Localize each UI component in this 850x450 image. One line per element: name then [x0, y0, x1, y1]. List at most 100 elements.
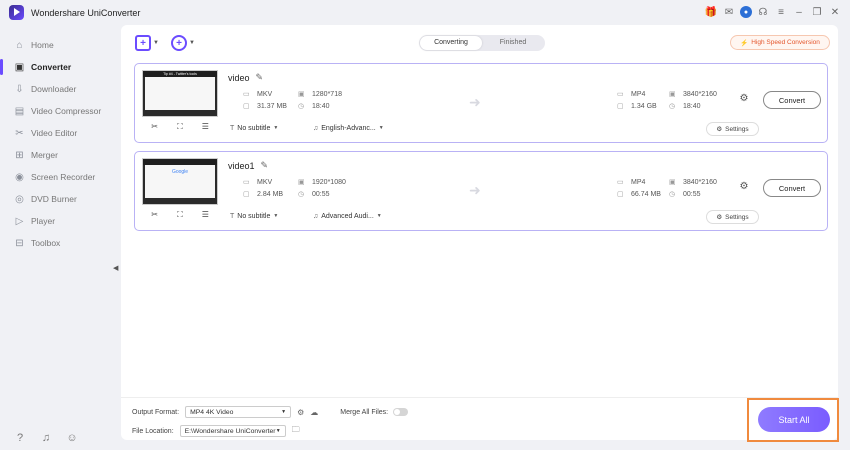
sidebar-item-downloader[interactable]: ⇩ Downloader: [0, 78, 120, 100]
source-format: ▭ MKV: [243, 179, 272, 186]
target-format: ▭ MP4: [617, 179, 645, 186]
folder-open-icon[interactable]: 🗀: [292, 424, 300, 438]
grid-icon: ⊟: [15, 237, 24, 249]
clock-icon: ◷: [298, 191, 305, 198]
target-resolution-value: 3840*2160: [683, 91, 717, 98]
video-thumbnail[interactable]: Tip #4 - Twitter's tools: [142, 70, 218, 117]
start-all-button[interactable]: Start All: [758, 407, 830, 432]
output-settings-icon[interactable]: ⚙: [737, 93, 751, 109]
status-tabs: Converting Finished: [419, 35, 545, 51]
settings-label: Settings: [725, 213, 749, 221]
sidebar-item-toolbox[interactable]: ⊟ Toolbox: [0, 232, 120, 254]
source-resolution-value: 1920*1080: [312, 179, 346, 186]
sidebar-item-label: Video Compressor: [31, 106, 102, 116]
source-format-value: MKV: [257, 179, 273, 186]
audio-dropdown[interactable]: ♫ Advanced Audi... ▼: [313, 210, 382, 222]
format-settings-icon[interactable]: ⚙: [297, 408, 304, 417]
video-thumbnail[interactable]: Google: [142, 158, 218, 205]
effects-icon[interactable]: ☰: [199, 210, 211, 220]
format-icon: ▭: [243, 179, 250, 186]
target-duration: ◷ 18:40: [669, 103, 701, 110]
clock-icon: ◷: [669, 191, 676, 198]
sidebar-item-screen-recorder[interactable]: ◉ Screen Recorder: [0, 166, 120, 188]
help-icon[interactable]: ?: [14, 432, 26, 444]
sidebar-item-dvd-burner[interactable]: ◎ DVD Burner: [0, 188, 120, 210]
output-format-select[interactable]: MP4 4K Video ▼: [185, 406, 292, 418]
trim-icon[interactable]: ✂: [149, 122, 161, 132]
clock-icon: ◷: [298, 103, 305, 110]
trim-icon[interactable]: ✂: [149, 210, 161, 220]
source-size-value: 31.37 MB: [257, 103, 287, 110]
thumbnail-tools: ✂ ⛶ ☰: [142, 122, 218, 132]
feedback-icon[interactable]: ☺: [66, 432, 78, 444]
file-name: video1: [228, 160, 255, 171]
window-controls: 🎁 ✉ ● ☊ ≡ – ❐ ✕: [704, 4, 842, 20]
rename-icon[interactable]: ✎: [261, 160, 269, 171]
rename-icon[interactable]: ✎: [256, 72, 264, 83]
settings-button[interactable]: ⚙ Settings: [706, 122, 759, 136]
add-file-icon: +: [135, 35, 151, 51]
subtitle-dropdown[interactable]: T No subtitle ▼: [230, 122, 278, 134]
add-files-button[interactable]: + ▼: [135, 35, 159, 51]
output-settings-icon[interactable]: ⚙: [737, 181, 751, 197]
crop-icon[interactable]: ⛶: [174, 122, 186, 132]
audio-value: Advanced Audi...: [321, 212, 374, 220]
avatar-icon[interactable]: ●: [740, 6, 752, 18]
file-card: Tip #4 - Twitter's tools ✂ ⛶ ☰ video ✎ ▭…: [134, 63, 828, 143]
audio-dropdown[interactable]: ♫ English-Advanc... ▼: [313, 122, 384, 134]
source-size-value: 2.84 MB: [257, 191, 284, 198]
high-speed-conversion-toggle[interactable]: ⚡ High Speed Conversion: [730, 35, 830, 50]
sidebar-item-video-editor[interactable]: ✂ Video Editor: [0, 122, 120, 144]
sidebar-item-merger[interactable]: ⊞ Merger: [0, 144, 120, 166]
subtitle-dropdown[interactable]: T No subtitle ▼: [230, 210, 278, 222]
arrow-right-icon: ➜: [469, 182, 481, 198]
source-size: ▢ 2.84 MB: [243, 191, 283, 198]
disc-icon: ◎: [15, 193, 24, 205]
notification-icon[interactable]: ♫: [40, 432, 52, 444]
format-icon: ▭: [617, 91, 624, 98]
sidebar-item-converter[interactable]: ▣ Converter: [0, 56, 120, 78]
close-icon[interactable]: ✕: [828, 4, 842, 20]
sidebar-item-video-compressor[interactable]: ▤ Video Compressor: [0, 100, 120, 122]
settings-button[interactable]: ⚙ Settings: [706, 210, 759, 224]
file-location-select[interactable]: E:\Wondershare UniConverter 1 ▼: [179, 425, 286, 437]
menu-icon[interactable]: ≡: [774, 4, 788, 20]
convert-button[interactable]: Convert: [763, 91, 821, 109]
home-icon: ⌂: [16, 39, 23, 51]
convert-button[interactable]: Convert: [763, 179, 821, 197]
converter-panel: + ▼ + ▼ Converting Finished ⚡ High Speed…: [121, 25, 838, 440]
source-resolution: ▣ 1280*718: [298, 91, 342, 98]
sidebar: ⌂ Home ▣ Converter ⇩ Downloader ▤ Video …: [0, 25, 120, 450]
sidebar-item-home[interactable]: ⌂ Home: [0, 34, 120, 56]
file-location-value: E:\Wondershare UniConverter 1: [184, 427, 276, 435]
subtitle-icon: T: [230, 124, 235, 132]
load-dvd-button[interactable]: + ▼: [171, 35, 195, 51]
minimize-icon[interactable]: –: [792, 4, 806, 20]
effects-icon[interactable]: ☰: [199, 122, 211, 132]
folder-icon: ▢: [617, 191, 624, 198]
bell-icon[interactable]: ✉: [722, 4, 736, 20]
source-duration: ◷ 00:55: [298, 191, 330, 198]
crop-icon[interactable]: ⛶: [174, 210, 186, 220]
settings-label: Settings: [725, 125, 749, 133]
gift-icon[interactable]: 🎁: [704, 4, 718, 20]
format-icon: ▭: [617, 179, 624, 186]
restore-icon[interactable]: ❐: [810, 4, 824, 20]
merge-icon: ⊞: [15, 149, 24, 161]
sidebar-item-label: Merger: [31, 150, 58, 160]
sidebar-item-player[interactable]: ▷ Player: [0, 210, 120, 232]
sidebar-footer: ? ♫ ☺: [14, 432, 78, 444]
tab-converting[interactable]: Converting: [420, 36, 482, 50]
tab-finished[interactable]: Finished: [482, 36, 544, 50]
file-location-label: File Location:: [132, 427, 174, 435]
headset-icon[interactable]: ☊: [756, 4, 770, 20]
merge-files-toggle[interactable]: [393, 408, 409, 416]
collapse-sidebar-icon[interactable]: ◀: [113, 264, 121, 274]
source-duration: ◷ 18:40: [298, 103, 330, 110]
cloud-icon[interactable]: ☁: [310, 408, 318, 417]
output-format-row: Output Format: MP4 4K Video ▼ ⚙ ☁ Merge …: [132, 406, 409, 418]
gear-icon: ⚙: [716, 214, 723, 221]
add-dvd-icon: +: [171, 35, 187, 51]
resolution-icon: ▣: [298, 179, 305, 186]
subtitle-icon: T: [230, 212, 235, 220]
